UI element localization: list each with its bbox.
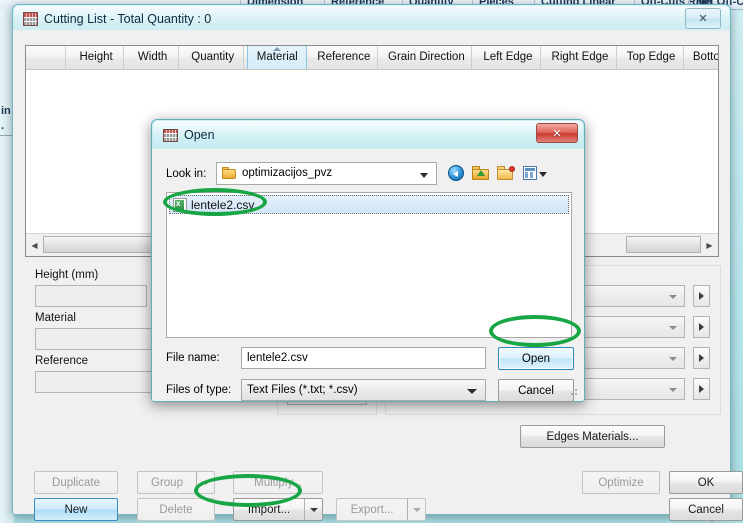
export-button-label: Export... — [350, 503, 394, 516]
open-dialog-client: Look in: optimizacijos_pvz x lentele2.cs… — [153, 149, 583, 402]
grid-column-quantity[interactable]: Quantity — [182, 46, 245, 69]
cancel-button-dialog[interactable]: Cancel — [498, 379, 574, 402]
export-button[interactable]: Export... — [336, 498, 426, 521]
chevron-down-icon[interactable] — [539, 172, 547, 177]
cutting-list-title-bar[interactable]: Cutting List - Total Quantity : 0 ✕ — [13, 5, 730, 35]
open-dialog: Open ✕ Look in: optimizacijos_pvz x lent… — [151, 119, 585, 402]
look-in-label: Look in: — [166, 168, 207, 180]
chevron-down-icon[interactable] — [304, 499, 322, 520]
chevron-down-icon — [669, 357, 677, 361]
background-left-text-2: . — [1, 120, 5, 132]
scroll-right-icon[interactable]: ▶ — [701, 235, 718, 255]
look-in-value: optimizacijos_pvz — [242, 167, 333, 179]
background-left-text: in — [1, 105, 11, 117]
multiply-button[interactable]: Multiply... — [233, 471, 323, 494]
grid-icon — [163, 129, 178, 142]
grid-column-top-edge[interactable]: Top Edge — [620, 46, 684, 69]
left-edge-picker-button[interactable] — [693, 285, 710, 307]
grid-column-right-edge[interactable]: Right Edge — [545, 46, 617, 69]
grid-column-grain-direction[interactable]: Grain Direction — [381, 46, 473, 69]
chevron-down-icon[interactable] — [420, 173, 428, 178]
optimize-button[interactable]: Optimize — [582, 471, 660, 494]
duplicate-button[interactable]: Duplicate — [34, 471, 118, 494]
files-of-type-value: Text Files (*.txt; *.csv) — [247, 384, 358, 396]
import-button-label: Import... — [247, 503, 291, 516]
grid-column-corner[interactable] — [26, 46, 66, 69]
bottom-edge-picker-button[interactable] — [693, 378, 710, 400]
chevron-down-icon — [669, 295, 677, 299]
chevron-down-icon — [467, 389, 477, 394]
bottom-button-bar: Duplicate Group Multiply... Optimize OK … — [25, 444, 743, 523]
file-list[interactable]: lentele2.csv — [166, 192, 572, 338]
grid-column-material-label: Material — [256, 51, 298, 63]
views-icon[interactable] — [521, 162, 555, 184]
ok-button[interactable]: OK — [669, 471, 743, 494]
open-button[interactable]: Open — [498, 347, 574, 370]
new-button[interactable]: New — [34, 498, 118, 521]
back-icon[interactable] — [445, 162, 467, 184]
close-icon[interactable]: ✕ — [685, 8, 721, 29]
grid-column-reference[interactable]: Reference — [310, 46, 379, 69]
grid-column-width[interactable]: Width — [127, 46, 180, 69]
play-arrow-icon — [699, 292, 704, 300]
chevron-down-icon[interactable] — [196, 472, 214, 493]
chevron-down-icon[interactable] — [407, 499, 425, 520]
csv-file-icon — [173, 197, 187, 212]
top-edge-picker-button[interactable] — [693, 347, 710, 369]
file-name-label: File name: — [166, 352, 220, 364]
material-label: Material — [35, 312, 76, 324]
list-item[interactable]: lentele2.csv — [169, 195, 569, 214]
height-label: Height (mm) — [35, 269, 99, 281]
play-arrow-icon — [699, 385, 704, 393]
new-folder-icon[interactable] — [495, 162, 517, 184]
play-arrow-icon — [699, 323, 704, 331]
group-button[interactable]: Group — [137, 471, 215, 494]
height-input[interactable] — [35, 285, 147, 307]
screenshot-root: Dimension Reference Quantity Pieces Cutt… — [0, 0, 743, 523]
folder-icon — [222, 167, 236, 179]
delete-button[interactable]: Delete — [137, 498, 215, 521]
play-arrow-icon — [699, 354, 704, 362]
up-folder-icon[interactable] — [470, 162, 492, 184]
page-title: Cutting List - Total Quantity : 0 — [44, 12, 212, 26]
close-icon[interactable]: ✕ — [536, 123, 578, 143]
grid-icon — [23, 12, 38, 26]
grid-header-row: Height Width Quantity Material Reference… — [26, 46, 718, 70]
scrollbar-thumb-right[interactable] — [626, 236, 701, 253]
files-of-type-label: Files of type: — [166, 384, 232, 396]
group-button-label: Group — [151, 476, 183, 489]
open-dialog-title: Open — [184, 128, 215, 142]
resize-grip[interactable] — [704, 518, 714, 523]
import-button[interactable]: Import... — [233, 498, 323, 521]
files-of-type-combo[interactable]: Text Files (*.txt; *.csv) — [241, 379, 486, 401]
grid-column-left-edge[interactable]: Left Edge — [475, 46, 542, 69]
file-name-input[interactable]: lentele2.csv — [241, 347, 486, 369]
scroll-left-icon[interactable]: ◀ — [26, 235, 43, 255]
grid-column-material[interactable]: Material — [247, 46, 308, 69]
sort-ascending-icon — [273, 47, 282, 51]
reference-label: Reference — [35, 355, 89, 367]
list-item-label: lentele2.csv — [191, 197, 255, 212]
right-edge-picker-button[interactable] — [693, 316, 710, 338]
grid-column-height[interactable]: Height — [69, 46, 125, 69]
look-in-combo[interactable]: optimizacijos_pvz — [216, 162, 437, 185]
chevron-down-icon — [669, 388, 677, 392]
grid-column-bottom-edge[interactable]: Bottom Edge — [687, 46, 718, 69]
resize-grip[interactable] — [568, 386, 578, 396]
chevron-down-icon — [669, 326, 677, 330]
